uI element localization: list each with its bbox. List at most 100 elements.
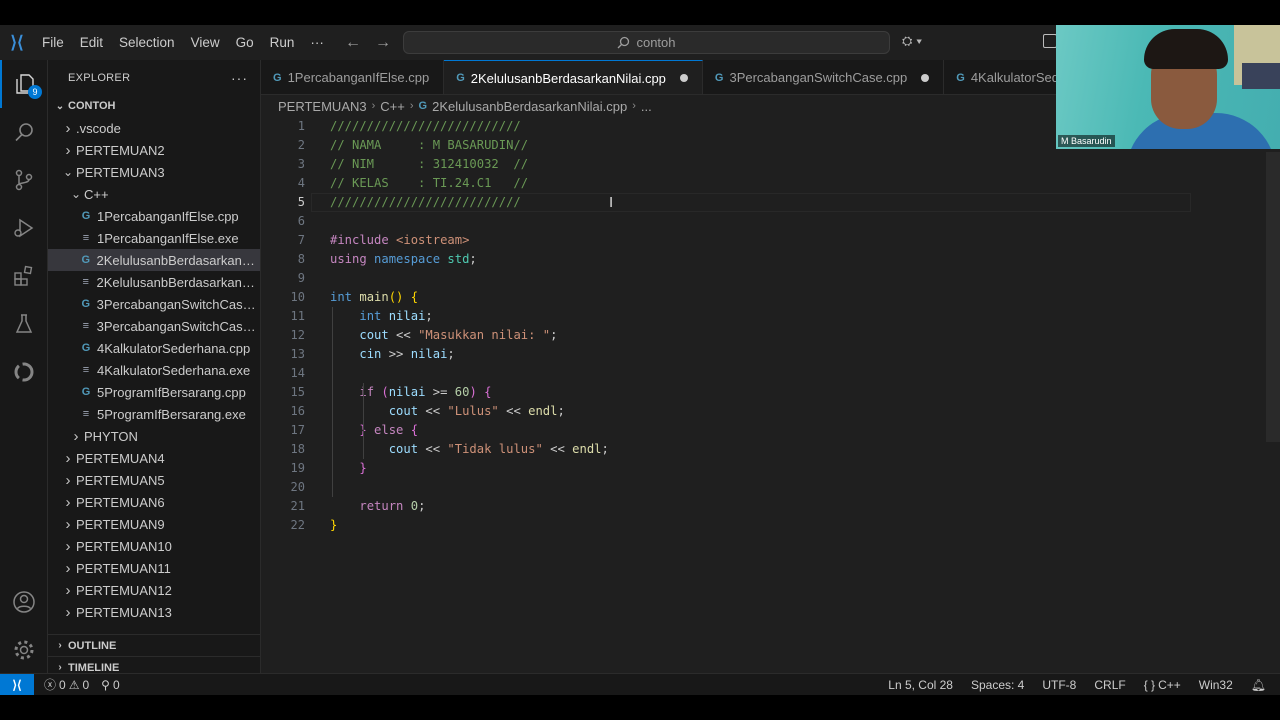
tree-file[interactable]: G 5ProgramIfBersarang.cpp: [48, 381, 260, 403]
unsaved-dot-icon[interactable]: [921, 73, 930, 82]
tree-folder[interactable]: › PERTEMUAN6: [48, 491, 260, 513]
tree-folder[interactable]: › PERTEMUAN5: [48, 469, 260, 491]
code-line[interactable]: [330, 478, 609, 497]
line-ending[interactable]: CRLF: [1088, 678, 1131, 692]
code-line[interactable]: cout << "Masukkan nilai: ";: [330, 326, 609, 345]
cursor-position[interactable]: Ln 5, Col 28: [882, 678, 959, 692]
source-control-icon[interactable]: [0, 156, 48, 204]
editor-tab[interactable]: G 2KelulusanbBerdasarkanNilai.cpp: [444, 60, 703, 94]
tree-folder[interactable]: › PHYTON: [48, 425, 260, 447]
menu-item-run[interactable]: Run: [262, 25, 303, 60]
code-line[interactable]: // NAMA : M BASARUDIN//: [330, 136, 609, 155]
menu-item-file[interactable]: File: [34, 25, 72, 60]
outline-section-header[interactable]: › OUTLINE: [48, 634, 260, 656]
language-mode[interactable]: { } C++: [1138, 678, 1187, 692]
settings-gear-icon[interactable]: [0, 626, 48, 674]
tree-file[interactable]: ≡ 5ProgramIfBersarang.exe: [48, 403, 260, 425]
tree-file[interactable]: G 1PercabanganIfElse.cpp: [48, 205, 260, 227]
accounts-icon[interactable]: [0, 578, 48, 626]
remote-explorer-icon[interactable]: [0, 348, 48, 396]
menu-item-view[interactable]: View: [183, 25, 228, 60]
line-number: 3: [297, 157, 305, 171]
tree-folder[interactable]: › PERTEMUAN9: [48, 513, 260, 535]
breadcrumb-item[interactable]: C++: [380, 99, 405, 114]
testing-flask-icon[interactable]: [0, 300, 48, 348]
code-line[interactable]: // KELAS : TI.24.C1 //: [330, 174, 609, 193]
tree-file[interactable]: G 4KalkulatorSederhana.cpp: [48, 337, 260, 359]
code-line[interactable]: using namespace std;: [330, 250, 609, 269]
code-line[interactable]: //////////////////////////: [330, 193, 609, 212]
code-line[interactable]: } else {: [330, 421, 609, 440]
tree-folder[interactable]: › PERTEMUAN13: [48, 601, 260, 623]
platform[interactable]: Win32: [1193, 678, 1239, 692]
run-debug-icon[interactable]: [0, 204, 48, 252]
tree-folder[interactable]: › PERTEMUAN12: [48, 579, 260, 601]
code-line[interactable]: cin >> nilai;: [330, 345, 609, 364]
code-content[interactable]: ////////////////////////// // NAMA : M BA…: [330, 117, 609, 535]
code-line[interactable]: int nilai;: [330, 307, 609, 326]
tree-folder[interactable]: › PERTEMUAN2: [48, 139, 260, 161]
encoding[interactable]: UTF-8: [1036, 678, 1082, 692]
forward-arrow-icon[interactable]: →: [375, 34, 391, 52]
code-line[interactable]: #include <iostream>: [330, 231, 609, 250]
tree-folder[interactable]: › .vscode: [48, 117, 260, 139]
code-token: "Masukkan nilai: ": [418, 328, 551, 342]
editor-tab[interactable]: G 3PercabanganSwitchCase.cpp: [703, 60, 945, 94]
code-line[interactable]: // NIM : 312410032 //: [330, 155, 609, 174]
code-line[interactable]: [330, 212, 609, 231]
tree-file[interactable]: ≡ 4KalkulatorSederhana.exe: [48, 359, 260, 381]
code-line[interactable]: [330, 269, 609, 288]
tree-item-label: PERTEMUAN9: [76, 516, 165, 532]
tree-folder[interactable]: › PERTEMUAN11: [48, 557, 260, 579]
extensions-icon[interactable]: [0, 252, 48, 300]
tree-file[interactable]: ≡ 1PercabanganIfElse.exe: [48, 227, 260, 249]
workspace-root-folder[interactable]: ⌄ CONTOH: [48, 95, 260, 117]
layout-toggle-icon[interactable]: [1043, 34, 1057, 48]
breadcrumb-item[interactable]: ...: [641, 99, 652, 114]
menu-item-edit[interactable]: Edit: [72, 25, 111, 60]
tree-folder[interactable]: ⌄ PERTEMUAN3: [48, 161, 260, 183]
unsaved-dot-icon[interactable]: [679, 74, 688, 82]
explorer-icon[interactable]: 9: [0, 60, 48, 108]
tree-folder[interactable]: › PERTEMUAN4: [48, 447, 260, 469]
code-editor[interactable]: 1 2 3 4 5 6 7 8 9 10 11 12 13 14 15 16 17 18 19 20 21 22 ////…: [261, 117, 1280, 678]
tree-file[interactable]: ≡ 3PercabanganSwitchCase....: [48, 315, 260, 337]
indentation[interactable]: Spaces: 4: [965, 678, 1030, 692]
search-view-icon[interactable]: [0, 108, 48, 156]
tree-folder[interactable]: ⌄ C++: [48, 183, 260, 205]
code-line[interactable]: if (nilai >= 60) {: [330, 383, 609, 402]
code-line[interactable]: [330, 364, 609, 383]
ports-indicator[interactable]: ⚲ 0: [95, 678, 125, 692]
menu-item-go[interactable]: Go: [228, 25, 262, 60]
code-line[interactable]: }: [330, 516, 609, 535]
line-number: 12: [290, 328, 305, 342]
editor-tab[interactable]: G 1PercabanganIfElse.cpp: [261, 60, 445, 94]
problems-indicator[interactable]: ⓧ 0 ⚠ 0: [38, 676, 95, 693]
cpp-file-icon: G: [81, 210, 91, 222]
explorer-more-actions[interactable]: ···: [231, 70, 248, 86]
explorer-title: EXPLORER: [68, 71, 131, 84]
menu-item-selection[interactable]: Selection: [111, 25, 183, 60]
tree-folder[interactable]: › PERTEMUAN10: [48, 535, 260, 557]
vertical-scrollbar[interactable]: [1266, 152, 1280, 442]
breadcrumb-item[interactable]: 2KelulusanbBerdasarkanNilai.cpp: [432, 99, 627, 114]
back-arrow-icon[interactable]: ←: [345, 34, 361, 52]
breadcrumb-item[interactable]: PERTEMUAN3: [278, 99, 367, 114]
notifications-bell-icon[interactable]: 🔔︎: [1245, 678, 1272, 692]
tree-file[interactable]: ≡ 2KelulusanbBerdasarkanNi...: [48, 271, 260, 293]
code-line[interactable]: int main() {: [330, 288, 609, 307]
code-line[interactable]: }: [330, 459, 609, 478]
tree-file[interactable]: G 2KelulusanbBerdasarkanNi...: [48, 249, 260, 271]
editor-tab[interactable]: G 4KalkulatorSed: [944, 60, 1074, 94]
code-line[interactable]: return 0;: [330, 497, 609, 516]
code-line[interactable]: //////////////////////////: [330, 117, 609, 136]
line-number: 20: [290, 480, 305, 494]
menu-item-more[interactable]: ···: [302, 25, 332, 60]
code-line[interactable]: cout << "Lulus" << endl;: [330, 402, 609, 421]
copilot-icon[interactable]: ⛭ ▾: [902, 33, 922, 49]
code-line[interactable]: cout << "Tidak lulus" << endl;: [330, 440, 609, 459]
command-center-search[interactable]: contoh: [403, 31, 890, 54]
remote-indicator-icon[interactable]: ⟩⟨: [0, 673, 34, 695]
tree-file[interactable]: G 3PercabanganSwitchCase....: [48, 293, 260, 315]
